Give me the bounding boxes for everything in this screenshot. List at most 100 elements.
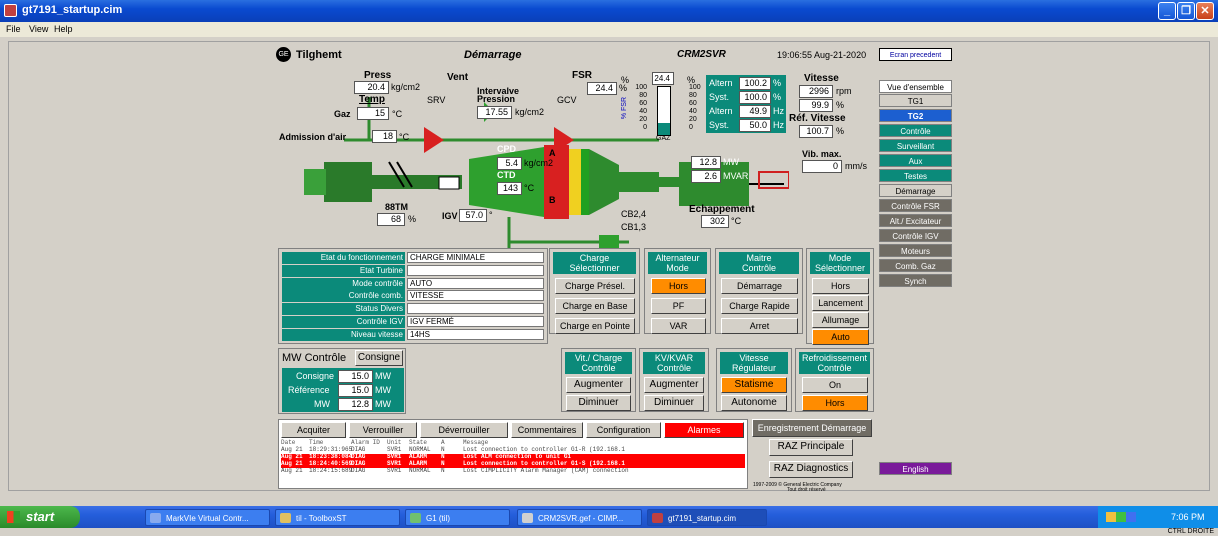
alternator-mode-panel: Alternateur Mode Hors PF VAR [644, 248, 711, 334]
sidebar-item-d-marrage[interactable]: Démarrage [879, 184, 952, 197]
peak-load-button[interactable]: Charge en Pointe [555, 318, 635, 334]
acknowledge-button[interactable]: Acquiter [281, 422, 346, 438]
record-startup-button[interactable]: Enregistrement Démarrage [752, 419, 872, 437]
gaz-temp-unit: °C [392, 109, 403, 119]
startup-icon [652, 513, 663, 523]
windows-logo-icon [7, 511, 20, 523]
sidebar-item-tg2[interactable]: TG2 [879, 109, 952, 122]
status-table: Etat du fonctionnement CHARGE MINIMALE Eta… [278, 248, 548, 344]
english-button[interactable]: English [879, 462, 952, 475]
status-value: 14HS [407, 328, 544, 340]
taskbar-item-startup[interactable]: gt7191_startup.cim [647, 509, 767, 526]
speed-pct-unit: % [836, 100, 845, 110]
status-row: Etat du fonctionnement CHARGE MINIMALE [282, 252, 544, 264]
sidebar-item-aux[interactable]: Aux [879, 154, 952, 167]
mw-values: Consigne 15.0 MW Référence 15.0 MW MW 12… [282, 368, 404, 412]
taskbar-item-toolbox[interactable]: til - ToolboxST [275, 509, 400, 526]
status-value: AUTO [407, 277, 544, 289]
air-inlet-unit: °C [399, 132, 410, 142]
bar-fsr-label: % FSR [621, 97, 628, 120]
droop-button[interactable]: Statisme [721, 377, 787, 393]
alarm-row[interactable]: Aug 21 18:24:15:689 DIAG SVR1 NORMAL N Lost CI… [281, 467, 745, 475]
sidebar-item-synch[interactable]: Synch [879, 274, 952, 287]
back-button[interactable]: Ecran precedent [879, 48, 952, 61]
speed-lower-button[interactable]: Diminuer [566, 395, 631, 411]
fsr-bar-fill [658, 123, 670, 135]
syst2-label: Syst. [709, 120, 730, 130]
alt1-value: 100.2 [739, 77, 771, 90]
cooling-on-button[interactable]: On [802, 377, 868, 393]
mw-output-value: 12.8 [691, 156, 721, 169]
alternator-var-button[interactable]: VAR [651, 318, 706, 334]
vib-unit: mm/s [845, 161, 867, 171]
configuration-button[interactable]: Configuration [586, 422, 661, 438]
consigne-button[interactable]: Consigne [355, 350, 403, 366]
kv-raise-button[interactable]: Augmenter [644, 377, 704, 393]
ctd-value: 143 [497, 182, 522, 195]
sidebar-item-vue-d-ensemble[interactable]: Vue d'ensemble [879, 80, 952, 93]
menu-help[interactable]: Help [54, 24, 73, 34]
ref-speed-unit: % [836, 126, 845, 136]
speed-value: 2996 [799, 85, 833, 98]
sidebar-item-contr-le[interactable]: Contrôle [879, 124, 952, 137]
alarms-button[interactable]: Alarmes [664, 422, 744, 438]
kv-lower-button[interactable]: Diminuer [644, 395, 704, 411]
alt2-unit: Hz [773, 106, 784, 116]
menu-view[interactable]: View [29, 24, 48, 34]
cooling-off-button[interactable]: Hors [802, 395, 868, 411]
sidebar-item-alt-excitateur[interactable]: Alt./ Excitateur [879, 214, 952, 227]
mode-select-title: Mode Sélectionner [810, 252, 870, 274]
mw-reference-label: Référence [288, 385, 330, 395]
status-value [407, 303, 544, 315]
status-row: Etat Turbine [282, 264, 544, 277]
mw-actual-value: 12.8 [338, 398, 373, 411]
auto-button[interactable]: Auto [812, 329, 869, 345]
syst1-label: Syst. [709, 92, 730, 102]
isochronous-button[interactable]: Autonome [721, 395, 787, 411]
fast-load-button[interactable]: Charge Rapide [721, 298, 798, 314]
reset-main-button[interactable]: RAZ Principale [769, 439, 853, 456]
cooling-panel: Refroidissement Contrôle On Hors [795, 348, 874, 412]
taskbar-item-cimplicity[interactable]: CRM2SVR.gef - CIMP... [517, 509, 642, 526]
status-row: Mode contrôle AUTO [282, 277, 544, 290]
mw-control-panel: MW Contrôle Consigne Consigne 15.0 MW Ré… [278, 348, 406, 414]
ctd-label: CTD [497, 170, 516, 180]
unlock-button[interactable]: Déverrouiller [420, 422, 508, 438]
taskbar-item-markvie[interactable]: MarkVIe Virtual Contr... [145, 509, 270, 526]
sidebar-item-tg1[interactable]: TG1 [879, 94, 952, 107]
cpd-label: CPD [497, 144, 517, 154]
minimize-button[interactable]: _ [1158, 2, 1176, 20]
sidebar-item-contr-le-igv[interactable]: Contrôle IGV [879, 229, 952, 242]
status-label: Contrôle IGV [282, 316, 405, 328]
sidebar-item-surveillant[interactable]: Surveillant [879, 139, 952, 152]
alternator-off-button[interactable]: Hors [651, 278, 706, 294]
lock-button[interactable]: Verrouiller [349, 422, 417, 438]
fire-button[interactable]: Allumage [812, 312, 869, 328]
air-inlet-value: 18 [372, 130, 397, 143]
sidebar-item-moteurs[interactable]: Moteurs [879, 244, 952, 257]
close-button[interactable]: ✕ [1196, 2, 1214, 20]
base-load-button[interactable]: Charge en Base [555, 298, 635, 314]
toolbox-icon [280, 513, 291, 523]
alternator-pf-button[interactable]: PF [651, 298, 706, 314]
sidebar-item-comb-gaz[interactable]: Comb. Gaz [879, 259, 952, 272]
start-button[interactable]: Démarrage [721, 278, 798, 294]
menu-file[interactable]: File [6, 24, 21, 34]
crank-button[interactable]: Lancement [812, 295, 869, 311]
gcv-label: GCV [557, 95, 577, 105]
taskbar-item-g1[interactable]: G1 (til) [405, 509, 510, 526]
comments-button[interactable]: Commentaires [511, 422, 583, 438]
start-button[interactable]: start [0, 506, 80, 528]
stop-button[interactable]: Arret [721, 318, 798, 334]
exhaust-unit: °C [731, 216, 742, 226]
sidebar-item-testes[interactable]: Testes [879, 169, 952, 182]
alarm-list: Date Time Alarm ID Unit State A Message Aug 21 1… [281, 439, 745, 488]
sidebar-item-contr-le-fsr[interactable]: Contrôle FSR [879, 199, 952, 212]
preselected-load-button[interactable]: Charge Présel. [555, 278, 635, 294]
air-inlet-label: Admission d'air [279, 132, 347, 142]
mode-off-button[interactable]: Hors [812, 278, 869, 294]
reset-diagnostics-button[interactable]: RAZ Diagnostics [769, 461, 853, 478]
speed-raise-button[interactable]: Augmenter [566, 377, 631, 393]
maximize-button[interactable]: ❐ [1177, 2, 1195, 20]
cpd-unit: kg/cm2 [524, 158, 554, 168]
